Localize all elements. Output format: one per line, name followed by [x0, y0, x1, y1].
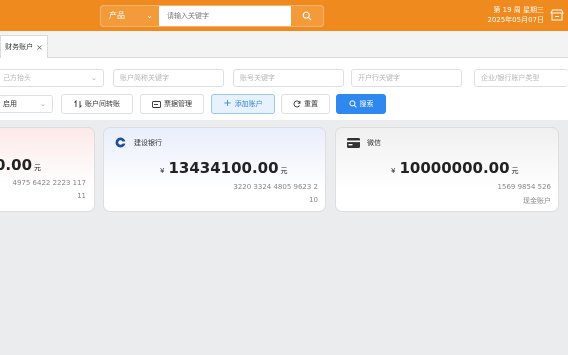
balance-amount: ¥13434100.00 元	[160, 159, 288, 177]
balance-value: 13434100.00	[168, 159, 279, 177]
date-text: 2025年05月07日	[487, 16, 544, 24]
bank-branch-placeholder: 开户行关键字	[358, 74, 400, 82]
transfer-button[interactable]: 账户间转账	[61, 94, 133, 114]
reset-label: 重置	[304, 100, 318, 108]
currency-symbol: ¥	[391, 167, 396, 175]
search-input[interactable]	[159, 6, 291, 26]
chevron-down-icon: ⌄	[91, 74, 97, 82]
bills-label: 票据管理	[164, 100, 192, 108]
transfer-label: 账户间转账	[85, 100, 120, 108]
week-text: 第 19 周 星期三	[493, 6, 544, 14]
store-icon[interactable]	[550, 9, 564, 21]
balance-amount: 0.00元	[0, 156, 41, 174]
search-submit-label: 搜索	[359, 100, 374, 108]
search-submit-button[interactable]: 搜索	[336, 94, 386, 114]
ticket-icon	[152, 100, 161, 108]
product-select[interactable]: 产品 ⌄	[101, 6, 159, 26]
account-name-input[interactable]: 账户简称关键字	[113, 69, 224, 87]
account-card[interactable]: 0.00元 4975 6422 2223 117 11	[0, 127, 95, 212]
close-icon[interactable]: ×	[36, 43, 43, 52]
account-card[interactable]: 建设银行 ¥13434100.00 元 3220 3324 4805 9623 2…	[103, 127, 326, 212]
balance-unit: 元	[34, 164, 42, 172]
account-number: 1569 9854 526	[497, 183, 551, 191]
balance-value: 10000000.00	[399, 159, 510, 177]
account-type-placeholder: 企业/银行账户类型	[481, 74, 540, 82]
refresh-icon	[293, 100, 301, 108]
tab-finance-accounts[interactable]: 财务账户 ×	[0, 35, 48, 58]
chevron-down-icon: ⌄	[146, 11, 153, 20]
own-header-placeholder: 己方抬头	[3, 74, 31, 82]
account-number-placeholder: 账号关键字	[240, 74, 275, 82]
search-button[interactable]	[291, 6, 323, 26]
filter-panel: 己方抬头 ⌄ 账户简称关键字 账号关键字 开户行关键字 企业/银行账户类型 启用…	[0, 58, 568, 120]
search-icon	[302, 11, 312, 21]
account-name-placeholder: 账户简称关键字	[120, 74, 169, 82]
own-header-select[interactable]: 己方抬头 ⌄	[0, 69, 104, 87]
currency-symbol: ¥	[160, 167, 165, 175]
account-number-suffix: 11	[77, 192, 86, 200]
account-type-tag: 现金账户	[523, 197, 551, 205]
account-type-select[interactable]: 企业/银行账户类型	[474, 69, 568, 87]
date-display: 第 19 周 星期三 2025年05月07日	[487, 5, 544, 25]
top-bar: 产品 ⌄ 第 19 周 星期三 2025年05月07日	[0, 0, 568, 31]
account-card[interactable]: 微信 ¥10000000.00 元 1569 9854 526 现金账户	[335, 127, 559, 212]
tab-label: 财务账户	[5, 43, 34, 51]
account-number: 4975 6422 2223 117	[12, 179, 86, 187]
balance-amount: ¥10000000.00 元	[391, 159, 519, 177]
add-account-button[interactable]: + 添加账户	[211, 94, 275, 114]
balance-unit: 元	[511, 167, 519, 175]
bank-name: 建设银行	[134, 139, 162, 147]
balance-unit: 元	[280, 167, 288, 175]
bank-branch-input[interactable]: 开户行关键字	[351, 69, 462, 87]
transfer-icon	[74, 100, 82, 108]
account-number: 3220 3324 4805 9623 2	[233, 183, 318, 191]
status-select[interactable]: 启用 ⌄	[0, 95, 53, 113]
status-value: 启用	[3, 100, 17, 108]
reset-button[interactable]: 重置	[281, 94, 330, 114]
wallet-icon	[347, 138, 360, 148]
bills-button[interactable]: 票据管理	[140, 94, 204, 114]
balance-value: 0.00	[0, 156, 33, 174]
bank-name: 微信	[367, 139, 381, 147]
chevron-down-icon: ⌄	[40, 100, 46, 108]
plus-icon: +	[223, 98, 232, 109]
account-number-input[interactable]: 账号关键字	[233, 69, 344, 87]
account-number-suffix: 10	[309, 196, 318, 204]
add-account-label: 添加账户	[234, 100, 263, 108]
global-search: 产品 ⌄	[100, 5, 324, 27]
product-select-label: 产品	[109, 11, 125, 20]
search-icon	[348, 100, 357, 108]
ccb-bank-logo-icon	[115, 137, 126, 148]
tab-bar: 财务账户 ×	[0, 31, 568, 58]
